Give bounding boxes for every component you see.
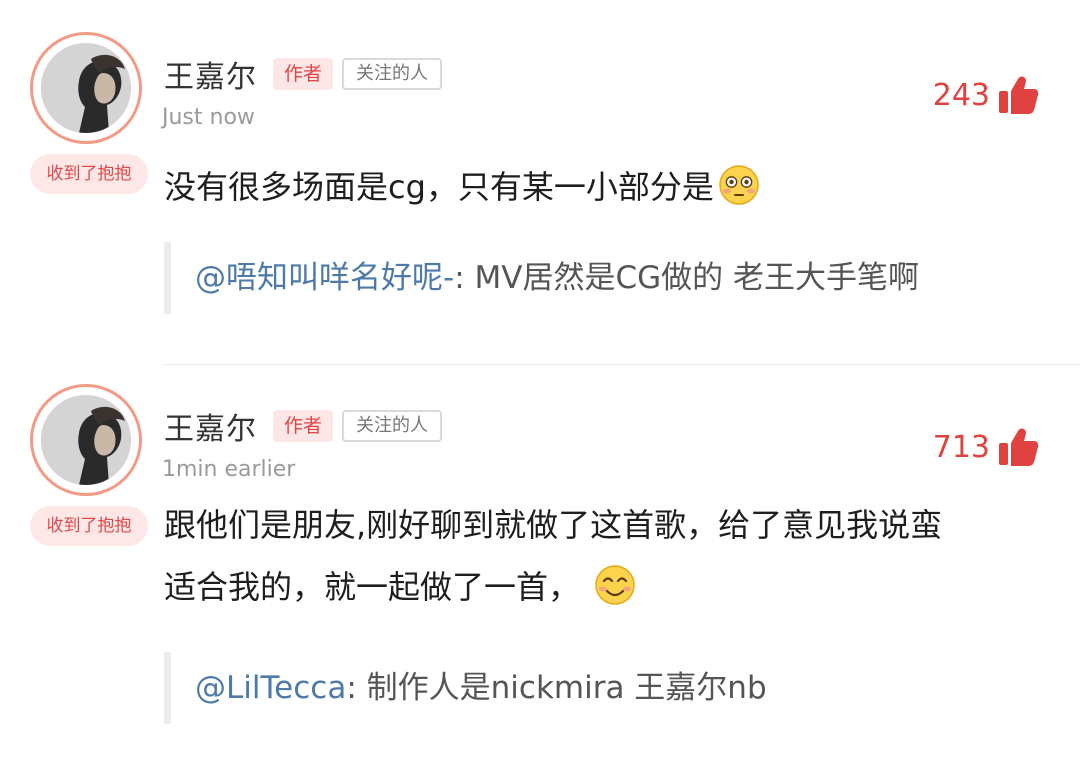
author-tag: 作者 — [273, 410, 333, 442]
avatar[interactable] — [30, 32, 142, 144]
comment-text-body: 适合我的，就一起做了一首， — [164, 568, 581, 606]
avatar-image — [41, 43, 131, 133]
comment-text-body: 没有很多场面是cg，只有某一小部分是 — [164, 168, 714, 206]
like-button[interactable]: 243 — [933, 70, 1040, 120]
author-name[interactable]: 王嘉尔 — [164, 404, 257, 448]
comment-text: 没有很多场面是cg，只有某一小部分是 — [164, 156, 1044, 218]
author-name[interactable]: 王嘉尔 — [164, 52, 257, 96]
like-count: 713 — [932, 429, 990, 465]
quoted-reply[interactable]: @LilTecca: 制作人是nickmira 王嘉尔nb — [164, 652, 1044, 724]
quote-username[interactable]: @唔知叫咩名好呢- — [195, 260, 454, 296]
comment-time: 1min earlier — [162, 457, 296, 482]
quote-text: 制作人是nickmira 王嘉尔nb — [356, 670, 767, 706]
like-button[interactable]: 713 — [933, 422, 1040, 472]
comment-text-line: 跟他们是朋友,刚好聊到就做了这首歌，给了意见我说蛮 — [164, 506, 943, 544]
hug-badge: 收到了抱抱 — [30, 506, 148, 546]
flushed-face-icon — [719, 165, 759, 205]
thumb-up-icon — [999, 428, 1039, 466]
avatar-image — [41, 395, 131, 485]
quote-separator: : — [346, 670, 357, 706]
comment-text-line: 适合我的，就一起做了一首， — [164, 556, 1044, 618]
follow-tag: 关注的人 — [342, 410, 442, 442]
like-count: 243 — [932, 77, 990, 113]
avatar[interactable] — [30, 384, 142, 496]
comment-text: 跟他们是朋友,刚好聊到就做了这首歌，给了意见我说蛮 适合我的，就一起做了一首， — [164, 494, 1044, 618]
quote-separator: : — [454, 260, 465, 296]
quote-text: MV居然是CG做的 老王大手笔啊 — [464, 260, 919, 296]
author-tag: 作者 — [273, 58, 333, 90]
follow-tag: 关注的人 — [342, 58, 442, 90]
thumb-up-icon — [999, 76, 1039, 114]
quoted-reply[interactable]: @唔知叫咩名好呢-: MV居然是CG做的 老王大手笔啊 — [164, 242, 1044, 314]
smiling-face-icon — [595, 565, 635, 605]
hug-badge: 收到了抱抱 — [30, 154, 148, 194]
comment-time: Just now — [162, 105, 255, 130]
comment-divider — [164, 364, 1080, 365]
quote-username[interactable]: @LilTecca — [195, 670, 346, 706]
